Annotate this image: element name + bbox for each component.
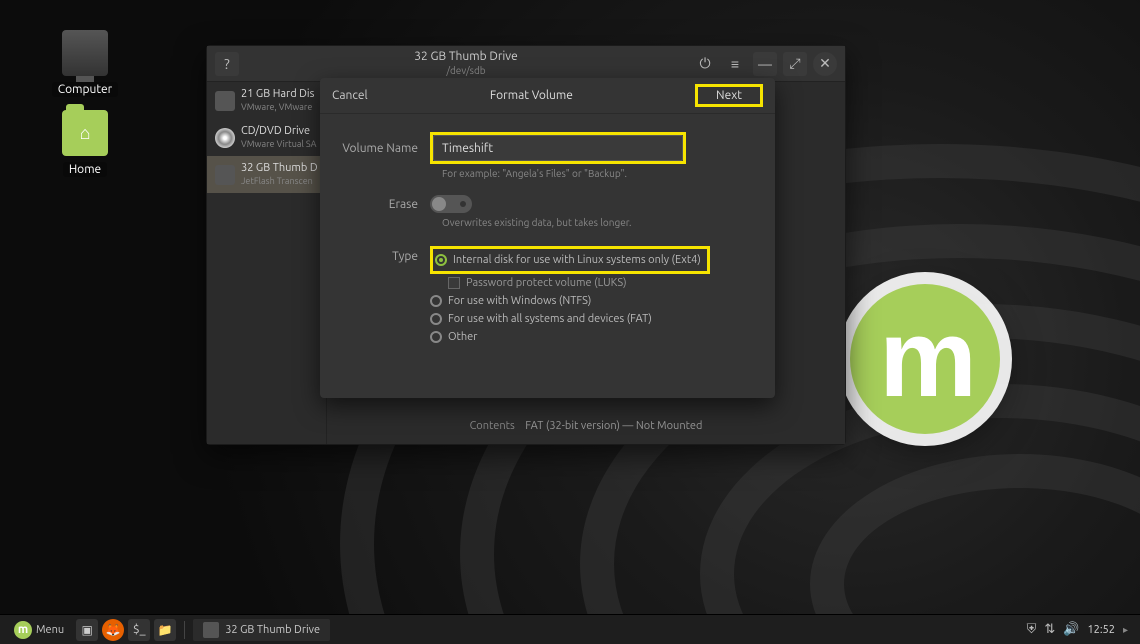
radio-icon (435, 254, 447, 266)
radio-icon (430, 331, 442, 343)
checkbox-icon (448, 277, 460, 289)
close-icon[interactable]: ✕ (813, 52, 837, 76)
shield-tray-icon[interactable]: ⛨ (1027, 622, 1037, 637)
drive-icon (203, 622, 219, 638)
radio-icon (430, 295, 442, 307)
taskbar: m Menu ▣ 🦊 $_ 📁 32 GB Thumb Drive ⛨ ⇅ 🔊 … (0, 614, 1140, 644)
taskbar-task-disks[interactable]: 32 GB Thumb Drive (193, 619, 330, 641)
sidebar-item-harddisk[interactable]: 21 GB Hard Dis VMware, VMware (207, 82, 326, 119)
tray-overflow-icon[interactable]: ▸ (1123, 624, 1128, 636)
erase-toggle[interactable] (430, 195, 472, 213)
erase-hint: Overwrites existing data, but takes long… (442, 217, 755, 228)
volume-name-input[interactable] (433, 135, 683, 161)
volume-name-label: Volume Name (340, 142, 430, 155)
sidebar-item-thumbdrive[interactable]: 32 GB Thumb D JetFlash Transcen (207, 156, 326, 193)
window-title: 32 GB Thumb Drive (239, 50, 693, 64)
power-icon[interactable]: ⏻ (693, 52, 717, 76)
checkbox-luks[interactable]: Password protect volume (LUKS) (430, 274, 755, 292)
mint-logo: m (850, 284, 1000, 434)
radio-ext4[interactable]: Internal disk for use with Linux systems… (435, 251, 701, 269)
desktop-icon-label: Computer (52, 82, 118, 97)
next-button[interactable]: Next (700, 85, 758, 106)
desktop-icon-computer[interactable]: Computer (40, 30, 130, 97)
network-tray-icon[interactable]: ⇅ (1044, 622, 1055, 637)
mint-icon: m (14, 621, 32, 639)
desktop-icon-label: Home (63, 162, 107, 177)
sound-tray-icon[interactable]: 🔊 (1063, 622, 1079, 637)
maximize-icon[interactable]: ⤢ (783, 52, 807, 76)
radio-ntfs[interactable]: For use with Windows (NTFS) (430, 292, 755, 310)
cancel-button[interactable]: Cancel (332, 89, 368, 102)
erase-label: Erase (340, 198, 430, 211)
terminal-icon[interactable]: $_ (128, 619, 150, 641)
computer-icon (62, 30, 108, 76)
help-icon[interactable]: ? (215, 52, 239, 76)
volume-contents: Contents FAT (32-bit version) — Not Moun… (327, 420, 845, 432)
radio-icon (430, 313, 442, 325)
folder-icon: ⌂ (62, 110, 108, 156)
cd-icon (215, 128, 235, 148)
sidebar-item-cddvd[interactable]: CD/DVD Drive VMware Virtual SA (207, 119, 326, 156)
format-volume-dialog: Cancel Format Volume Next Volume Name Fo… (320, 78, 775, 398)
minimize-icon[interactable]: — (753, 52, 777, 76)
harddisk-icon (215, 91, 235, 111)
radio-fat[interactable]: For use with all systems and devices (FA… (430, 310, 755, 328)
type-label: Type (340, 246, 430, 346)
show-desktop-icon[interactable]: ▣ (76, 619, 98, 641)
volume-name-hint: For example: "Angela's Files" or "Backup… (442, 168, 755, 179)
menu-button[interactable]: m Menu (6, 619, 72, 641)
files-icon[interactable]: 📁 (154, 619, 176, 641)
dialog-title: Format Volume (368, 89, 695, 102)
desktop-icon-home[interactable]: ⌂ Home (40, 110, 130, 177)
device-sidebar: 21 GB Hard Dis VMware, VMware CD/DVD Dri… (207, 82, 327, 444)
firefox-icon[interactable]: 🦊 (102, 619, 124, 641)
radio-other[interactable]: Other (430, 328, 755, 346)
usb-icon (215, 165, 235, 185)
hamburger-icon[interactable]: ≡ (723, 52, 747, 76)
window-header: ? 32 GB Thumb Drive /dev/sdb ⏻ ≡ — ⤢ ✕ (207, 46, 845, 82)
clock[interactable]: 12:52 (1087, 624, 1115, 636)
window-subtitle: /dev/sdb (239, 65, 693, 77)
